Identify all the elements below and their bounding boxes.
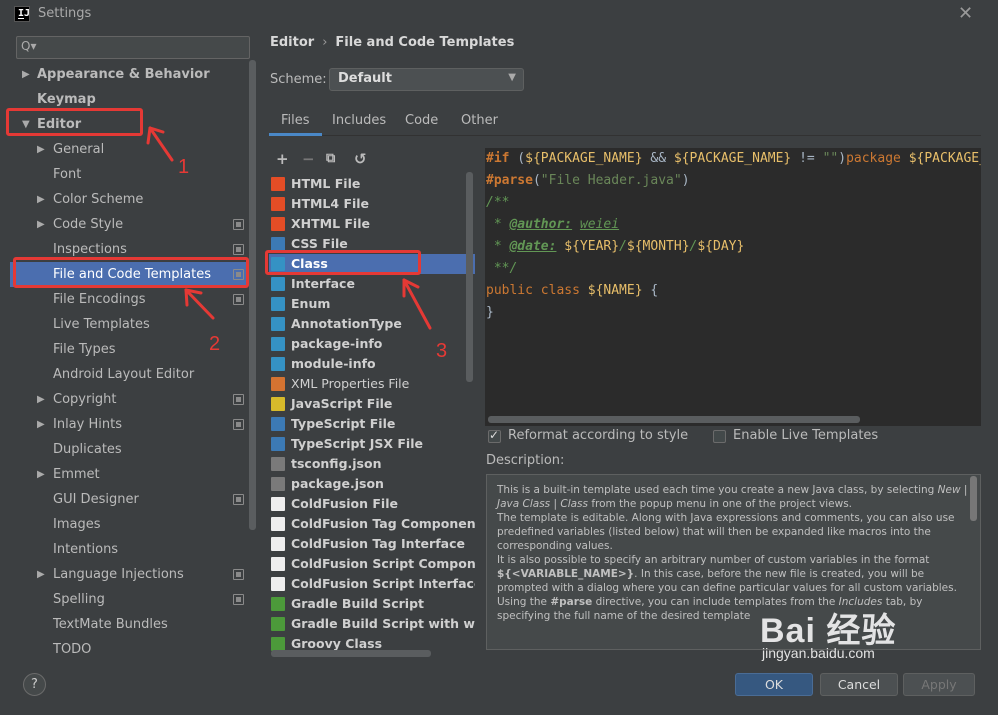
annotation-number-2: 2 [209, 333, 221, 355]
annotation-number-3: 3 [436, 340, 448, 362]
baidu-watermark-url: jingyan.baidu.com [762, 645, 875, 661]
annotation-number-1: 1 [178, 156, 190, 178]
